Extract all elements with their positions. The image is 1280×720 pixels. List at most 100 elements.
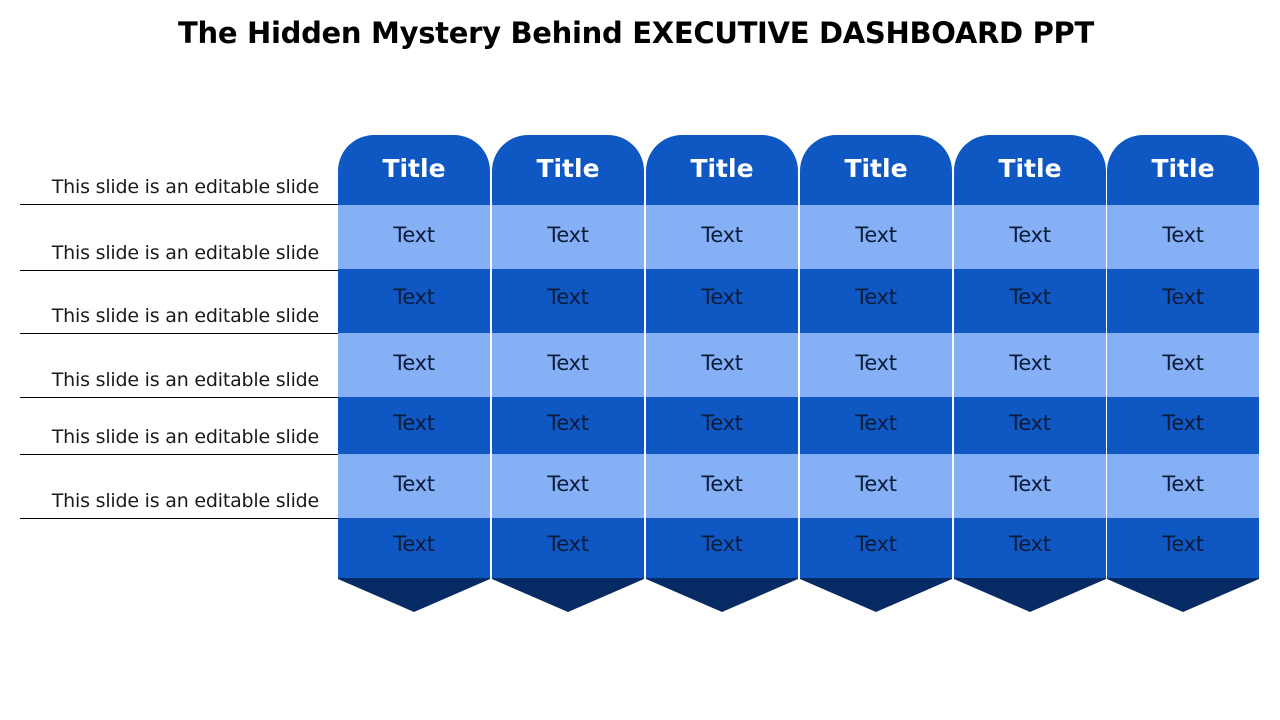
column-header: Title — [338, 135, 490, 205]
chevron-shape — [338, 578, 490, 612]
table-cell: Text — [492, 269, 644, 333]
chevron-down-shape — [338, 578, 490, 612]
cell-text: Text — [855, 351, 897, 375]
row-label-text: This slide is an editable slide — [51, 242, 319, 264]
cell-text: Text — [855, 472, 897, 496]
cell-text: Text — [1162, 285, 1204, 309]
cell-text: Text — [1162, 351, 1204, 375]
row-label-text: This slide is an editable slide — [51, 426, 319, 448]
table-cell: Text — [1107, 454, 1259, 518]
row-label-text: This slide is an editable slide — [51, 369, 319, 391]
cell-text: Text — [547, 472, 589, 496]
table-cell: Text — [646, 205, 798, 269]
chevron-shape — [1107, 578, 1259, 612]
table-cell: Text — [954, 205, 1106, 269]
cell-text: Text — [1009, 532, 1051, 556]
table-cell: Text — [492, 333, 644, 397]
cell-text: Text — [547, 223, 589, 247]
cell-text: Text — [701, 411, 743, 435]
slide-title: The Hidden Mystery Behind EXECUTIVE DASH… — [178, 16, 1094, 50]
table-cell: Text — [492, 205, 644, 269]
cell-text: Text — [1009, 472, 1051, 496]
row-label: This slide is an editable slide — [20, 275, 338, 334]
row-label-text: This slide is an editable slide — [51, 176, 319, 198]
chevron-down-shape — [646, 578, 798, 612]
chevron-down-shape — [1107, 578, 1259, 612]
table-cell: Text — [338, 454, 490, 518]
column-title: Title — [844, 154, 908, 183]
row-label: This slide is an editable slide — [20, 400, 338, 455]
cell-text: Text — [393, 532, 435, 556]
cell-text: Text — [1162, 532, 1204, 556]
cell-text: Text — [855, 223, 897, 247]
cell-text: Text — [855, 532, 897, 556]
table-cell: Text — [646, 518, 798, 578]
table-cell: Text — [800, 333, 952, 397]
cell-text: Text — [1162, 472, 1204, 496]
table-cell: Text — [1107, 397, 1259, 454]
table-cell: Text — [338, 333, 490, 397]
chevron-shape — [492, 578, 644, 612]
column-header: Title — [492, 135, 644, 205]
column-header: Title — [954, 135, 1106, 205]
table-cell: Text — [646, 454, 798, 518]
table-cell: Text — [800, 397, 952, 454]
row-label: This slide is an editable slide — [20, 210, 338, 271]
table-column: Title Text Text Text Text Text Text — [954, 135, 1106, 612]
cell-text: Text — [1162, 223, 1204, 247]
row-label: This slide is an editable slide — [20, 460, 338, 519]
table-cell: Text — [954, 397, 1106, 454]
row-label-text: This slide is an editable slide — [51, 490, 319, 512]
cell-text: Text — [701, 351, 743, 375]
cell-text: Text — [1009, 411, 1051, 435]
chevron-down-shape — [492, 578, 644, 612]
table-cell: Text — [1107, 269, 1259, 333]
table-cell: Text — [800, 269, 952, 333]
cell-text: Text — [393, 472, 435, 496]
column-title: Title — [998, 154, 1062, 183]
cell-text: Text — [393, 285, 435, 309]
table-cell: Text — [800, 205, 952, 269]
table-cell: Text — [492, 518, 644, 578]
table-column: Title Text Text Text Text Text Text — [492, 135, 644, 612]
cell-text: Text — [855, 411, 897, 435]
table-cell: Text — [492, 397, 644, 454]
table-cell: Text — [338, 269, 490, 333]
row-label-text: This slide is an editable slide — [51, 305, 319, 327]
cell-text: Text — [547, 351, 589, 375]
table-cell: Text — [800, 518, 952, 578]
cell-text: Text — [547, 532, 589, 556]
table-cell: Text — [954, 454, 1106, 518]
cell-text: Text — [701, 472, 743, 496]
cell-text: Text — [1009, 351, 1051, 375]
cell-text: Text — [393, 223, 435, 247]
table-column: Title Text Text Text Text Text Text — [800, 135, 952, 612]
table-cell: Text — [338, 397, 490, 454]
table-column: Title Text Text Text Text Text Text — [1107, 135, 1259, 612]
row-label: This slide is an editable slide — [20, 340, 338, 398]
cell-text: Text — [1009, 223, 1051, 247]
chevron-down-shape — [954, 578, 1106, 612]
cell-text: Text — [1009, 285, 1051, 309]
cell-text: Text — [393, 351, 435, 375]
cell-text: Text — [701, 532, 743, 556]
table-cell: Text — [646, 269, 798, 333]
column-title: Title — [1151, 154, 1215, 183]
table-cell: Text — [646, 397, 798, 454]
chevron-shape — [646, 578, 798, 612]
chevron-down-shape — [800, 578, 952, 612]
table-cell: Text — [338, 205, 490, 269]
table-column: Title Text Text Text Text Text Text — [646, 135, 798, 612]
table-cell: Text — [1107, 205, 1259, 269]
chevron-shape — [954, 578, 1106, 612]
table-cell: Text — [954, 269, 1106, 333]
cell-text: Text — [1162, 411, 1204, 435]
cell-text: Text — [701, 285, 743, 309]
cell-text: Text — [701, 223, 743, 247]
column-header: Title — [800, 135, 952, 205]
table-cell: Text — [1107, 333, 1259, 397]
table-cell: Text — [338, 518, 490, 578]
table-column: Title Text Text Text Text Text Text — [338, 135, 490, 612]
column-title: Title — [382, 154, 446, 183]
table-cell: Text — [800, 454, 952, 518]
